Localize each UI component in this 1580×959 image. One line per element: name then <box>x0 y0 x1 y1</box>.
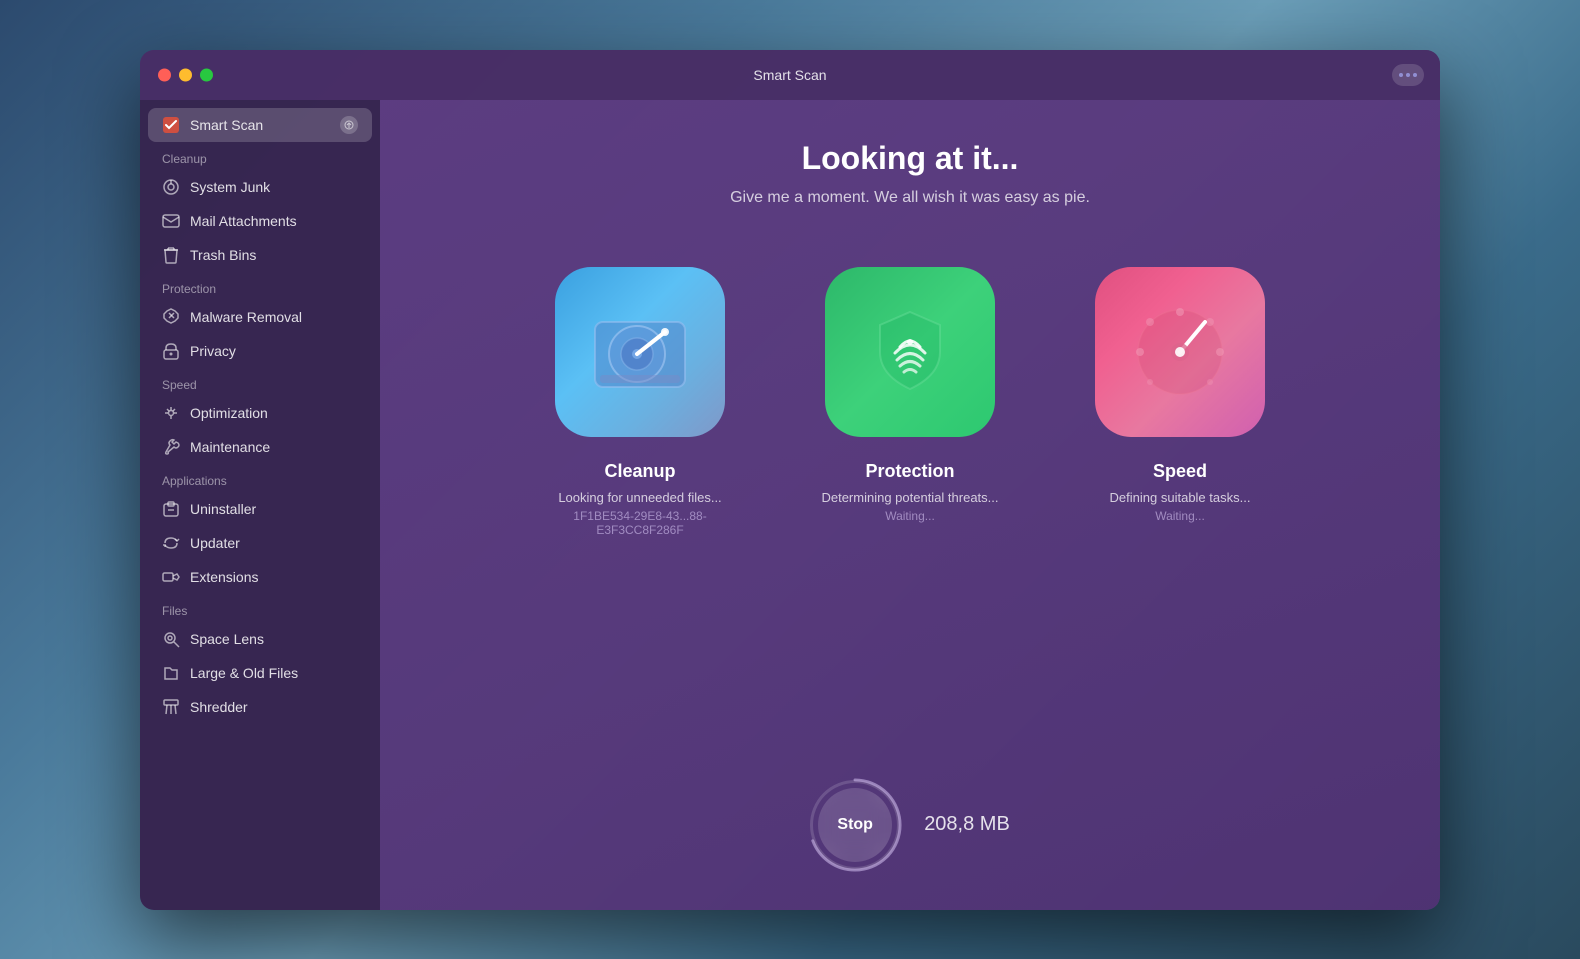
speed-icon <box>1095 267 1265 437</box>
speed-card-detail: Waiting... <box>1155 509 1205 523</box>
cleanup-section-label: Cleanup <box>140 142 380 170</box>
applications-section-label: Applications <box>140 464 380 492</box>
protection-icon <box>825 267 995 437</box>
speed-card-status: Defining suitable tasks... <box>1110 490 1251 505</box>
smart-scan-icon <box>162 116 180 134</box>
more-dot <box>1413 73 1417 77</box>
large-old-files-label: Large & Old Files <box>190 665 298 681</box>
maintenance-label: Maintenance <box>190 439 270 455</box>
protection-section-label: Protection <box>140 272 380 300</box>
sidebar-item-shredder[interactable]: Shredder <box>148 690 372 724</box>
privacy-icon <box>162 342 180 360</box>
stop-button[interactable]: Stop <box>818 788 892 862</box>
main-content: Looking at it... Give me a moment. We al… <box>380 100 1440 910</box>
shredder-icon <box>162 698 180 716</box>
protection-card-detail: Waiting... <box>885 509 935 523</box>
protection-card-status: Determining potential threats... <box>821 490 998 505</box>
speed-card: Speed Defining suitable tasks... Waiting… <box>1070 267 1290 537</box>
traffic-lights <box>158 68 213 81</box>
updater-label: Updater <box>190 535 240 551</box>
smart-scan-label: Smart Scan <box>190 117 263 133</box>
space-lens-label: Space Lens <box>190 631 264 647</box>
optimization-icon <box>162 404 180 422</box>
titlebar: Smart Scan <box>140 50 1440 100</box>
privacy-label: Privacy <box>190 343 236 359</box>
sidebar-item-malware-removal[interactable]: Malware Removal <box>148 300 372 334</box>
close-button[interactable] <box>158 68 171 81</box>
cleanup-icon <box>555 267 725 437</box>
updater-icon <box>162 534 180 552</box>
bottom-controls: Stop 208,8 MB <box>810 780 1010 870</box>
sidebar-item-large-old-files[interactable]: Large & Old Files <box>148 656 372 690</box>
trash-icon <box>162 246 180 264</box>
mail-icon <box>162 212 180 230</box>
window-title: Smart Scan <box>753 67 826 83</box>
scan-cards-row: Cleanup Looking for unneeded files... 1F… <box>530 267 1290 537</box>
trash-bins-label: Trash Bins <box>190 247 256 263</box>
speed-card-title: Speed <box>1153 461 1207 482</box>
files-section-label: Files <box>140 594 380 622</box>
more-dot <box>1406 73 1410 77</box>
sidebar-item-space-lens[interactable]: Space Lens <box>148 622 372 656</box>
extensions-label: Extensions <box>190 569 258 585</box>
uninstaller-label: Uninstaller <box>190 501 256 517</box>
malware-icon <box>162 308 180 326</box>
space-lens-icon <box>162 630 180 648</box>
optimization-label: Optimization <box>190 405 268 421</box>
cleanup-card-status: Looking for unneeded files... <box>558 490 721 505</box>
shredder-label: Shredder <box>190 699 248 715</box>
cleanup-card-detail: 1F1BE534-29E8-43...88-E3F3CC8F286F <box>530 509 750 537</box>
smart-scan-badge <box>340 116 358 134</box>
large-files-icon <box>162 664 180 682</box>
sidebar-item-privacy[interactable]: Privacy <box>148 334 372 368</box>
stop-button-wrapper: Stop <box>810 780 900 870</box>
window-body: Smart Scan Cleanup <box>140 100 1440 910</box>
sidebar-item-optimization[interactable]: Optimization <box>148 396 372 430</box>
sidebar-item-smart-scan[interactable]: Smart Scan <box>148 108 372 142</box>
cleanup-card: Cleanup Looking for unneeded files... 1F… <box>530 267 750 537</box>
speed-section-label: Speed <box>140 368 380 396</box>
sidebar-item-mail-attachments[interactable]: Mail Attachments <box>148 204 372 238</box>
maximize-button[interactable] <box>200 68 213 81</box>
sidebar-item-updater[interactable]: Updater <box>148 526 372 560</box>
scan-heading: Looking at it... <box>802 140 1019 177</box>
scan-subheading: Give me a moment. We all wish it was eas… <box>730 189 1090 207</box>
cleanup-card-title: Cleanup <box>604 461 675 482</box>
protection-card-title: Protection <box>865 461 954 482</box>
minimize-button[interactable] <box>179 68 192 81</box>
extensions-icon <box>162 568 180 586</box>
maintenance-icon <box>162 438 180 456</box>
scan-size-display: 208,8 MB <box>924 813 1010 836</box>
sidebar-item-extensions[interactable]: Extensions <box>148 560 372 594</box>
sidebar: Smart Scan Cleanup <box>140 100 380 910</box>
protection-card: Protection Determining potential threats… <box>800 267 1020 537</box>
mail-attachments-label: Mail Attachments <box>190 213 297 229</box>
more-dot <box>1399 73 1403 77</box>
sidebar-item-uninstaller[interactable]: Uninstaller <box>148 492 372 526</box>
uninstaller-icon <box>162 500 180 518</box>
more-options-button[interactable] <box>1392 64 1424 86</box>
sidebar-item-system-junk[interactable]: System Junk <box>148 170 372 204</box>
sidebar-item-trash-bins[interactable]: Trash Bins <box>148 238 372 272</box>
malware-removal-label: Malware Removal <box>190 309 302 325</box>
sidebar-item-maintenance[interactable]: Maintenance <box>148 430 372 464</box>
system-junk-icon <box>162 178 180 196</box>
system-junk-label: System Junk <box>190 179 270 195</box>
app-window: Smart Scan Smart Scan <box>140 50 1440 910</box>
